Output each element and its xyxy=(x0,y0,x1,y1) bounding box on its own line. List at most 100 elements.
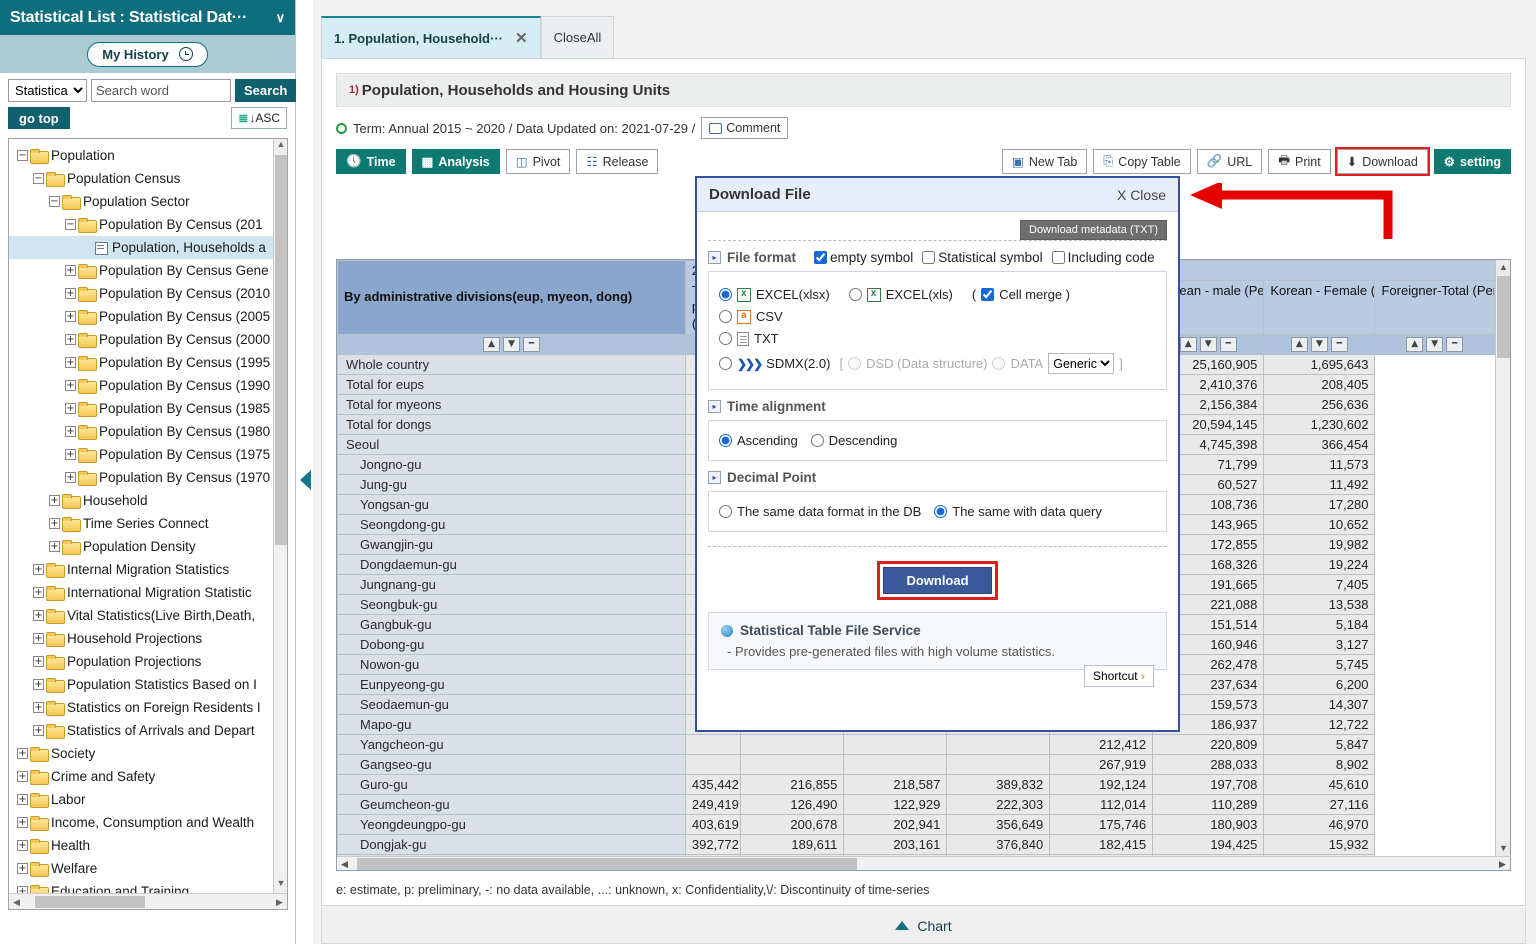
cell-merge-checkbox[interactable] xyxy=(981,288,995,301)
expand-icon[interactable]: + xyxy=(33,633,44,644)
scroll-left-icon[interactable]: ◀ xyxy=(337,857,352,870)
descending-radio[interactable] xyxy=(810,434,824,447)
table-vertical-scrollbar[interactable]: ▲ ▼ xyxy=(1495,260,1510,856)
table-row[interactable]: Geumcheon-gu 249,419 126,490 122,929 222,303… xyxy=(337,793,1495,815)
tree-item[interactable]: + Population Statistics Based on I xyxy=(9,673,273,696)
tree-horizontal-scrollbar[interactable]: ◀ ▶ xyxy=(9,893,287,909)
go-top-button[interactable]: go top xyxy=(8,107,70,129)
table-vscroll-thumb[interactable] xyxy=(1497,276,1510,358)
excel-xlsx-radio[interactable] xyxy=(719,288,732,301)
expand-icon[interactable]: + xyxy=(17,840,28,851)
excel-xls-radio[interactable] xyxy=(848,288,862,301)
expand-icon[interactable]: + xyxy=(17,771,28,782)
tree-item[interactable]: − Population By Census (201 xyxy=(9,213,273,236)
sort-down-icon[interactable]: ▼ xyxy=(1310,336,1328,352)
collapse-icon[interactable]: − xyxy=(17,150,28,161)
scroll-right-icon[interactable]: ▶ xyxy=(272,894,287,909)
expand-icon[interactable]: + xyxy=(65,472,76,483)
expand-icon[interactable]: + xyxy=(65,449,76,460)
dsd-radio[interactable] xyxy=(848,357,862,370)
scroll-up-icon[interactable]: ▲ xyxy=(1496,260,1510,275)
collapse-icon[interactable]: − xyxy=(65,219,76,230)
tree-item[interactable]: + Health xyxy=(9,834,273,857)
copy-table-button[interactable]: ⎘ Copy Table xyxy=(1093,149,1191,174)
scroll-up-icon[interactable]: ▲ xyxy=(274,139,287,154)
tree-item[interactable]: Population, Households a xyxy=(9,236,273,259)
ctrl-col-foreign[interactable]: ▲ ▼ ━ xyxy=(1374,333,1495,355)
scroll-down-icon[interactable]: ▼ xyxy=(274,878,287,893)
expand-icon[interactable]: + xyxy=(65,403,76,414)
expand-icon[interactable]: ▸ xyxy=(708,251,721,264)
expand-icon[interactable]: + xyxy=(17,794,28,805)
ctrl-rowlabel[interactable]: ▲ ▼ ━ xyxy=(337,333,686,355)
print-button[interactable]: 🖶 Print xyxy=(1268,149,1331,174)
tree-item[interactable]: + Population By Census (1980 xyxy=(9,420,273,443)
download-metadata-button[interactable]: Download metadata (TXT) xyxy=(1020,220,1167,240)
expand-icon[interactable]: + xyxy=(49,495,60,506)
tree-item[interactable]: + Vital Statistics(Live Birth,Death, xyxy=(9,604,273,627)
db-format-radio[interactable] xyxy=(719,505,732,518)
table-row[interactable]: Dongjak-gu 392,772 189,611 203,161 376,840 18… xyxy=(337,833,1495,855)
expand-icon[interactable]: ▸ xyxy=(708,471,721,484)
tree-item[interactable]: − Population xyxy=(9,144,273,167)
expand-icon[interactable]: + xyxy=(65,288,76,299)
expand-icon[interactable]: + xyxy=(17,886,28,893)
sort-down-icon[interactable]: ▼ xyxy=(502,336,520,352)
tree-item[interactable]: + Population By Census (2000 xyxy=(9,328,273,351)
hide-column-icon[interactable]: ━ xyxy=(1446,336,1464,352)
pivot-button[interactable]: ◫ Pivot xyxy=(505,149,571,174)
search-scope-select[interactable]: Statistica xyxy=(8,79,87,102)
empty-symbol-checkbox[interactable] xyxy=(814,251,828,264)
expand-icon[interactable]: + xyxy=(17,817,28,828)
download-button[interactable]: ⬇ Download xyxy=(1334,147,1430,176)
expand-icon[interactable]: + xyxy=(65,334,76,345)
tree-item[interactable]: + Crime and Safety xyxy=(9,765,273,788)
expand-icon[interactable]: + xyxy=(17,863,28,874)
tree-item[interactable]: + Population Density xyxy=(9,535,273,558)
expand-icon[interactable]: + xyxy=(65,311,76,322)
expand-icon[interactable]: + xyxy=(17,748,28,759)
tree-vertical-scrollbar[interactable]: ▲ ▼ xyxy=(273,139,287,893)
tree-item[interactable]: + Statistics on Foreign Residents I xyxy=(9,696,273,719)
table-row[interactable]: Gangseo-gu 267,919 288,033 8,902 xyxy=(337,753,1495,775)
collapse-icon[interactable]: − xyxy=(49,196,60,207)
tree-item[interactable]: + Population By Census (1995 xyxy=(9,351,273,374)
sort-down-icon[interactable]: ▼ xyxy=(1426,336,1444,352)
expand-icon[interactable]: + xyxy=(33,725,44,736)
including-code-checkbox[interactable] xyxy=(1051,251,1065,264)
expand-icon[interactable]: + xyxy=(33,679,44,690)
comment-button[interactable]: Comment xyxy=(701,117,789,139)
tree-item[interactable]: + Income, Consumption and Wealth xyxy=(9,811,273,834)
ascending-radio[interactable] xyxy=(719,434,732,447)
hide-column-icon[interactable]: ━ xyxy=(1330,336,1348,352)
collapse-icon[interactable]: − xyxy=(33,173,44,184)
expand-icon[interactable]: + xyxy=(65,426,76,437)
expand-icon[interactable]: + xyxy=(65,265,76,276)
scroll-left-icon[interactable]: ◀ xyxy=(9,894,24,909)
modal-download-button[interactable]: Download xyxy=(883,567,992,594)
tree-item[interactable]: + Population By Census (1990 xyxy=(9,374,273,397)
statistics-tree[interactable]: − Population − Population Census − Population… xyxy=(9,139,273,893)
sort-up-icon[interactable]: ▲ xyxy=(1290,336,1308,352)
time-button[interactable]: 🕔 Time xyxy=(336,149,406,174)
tree-item[interactable]: + Household xyxy=(9,489,273,512)
expand-icon[interactable]: + xyxy=(33,610,44,621)
sidebar-title-bar[interactable]: Statistical List : Statistical Dat··· ∨ xyxy=(0,0,295,35)
expand-icon[interactable]: + xyxy=(65,357,76,368)
search-button[interactable]: Search xyxy=(235,79,297,102)
tab-close-all[interactable]: CloseAll xyxy=(540,16,615,58)
expand-icon[interactable]: + xyxy=(49,518,60,529)
expand-icon[interactable]: + xyxy=(49,541,60,552)
expand-icon[interactable]: + xyxy=(33,564,44,575)
sdmx-radio[interactable] xyxy=(719,357,732,370)
hide-column-icon[interactable]: ━ xyxy=(522,336,540,352)
txt-radio[interactable] xyxy=(719,332,732,345)
table-row[interactable]: Guro-gu 435,442 216,855 218,587 389,832 192,1… xyxy=(337,773,1495,795)
tree-item[interactable]: + Population By Census (1985 xyxy=(9,397,273,420)
scroll-right-icon[interactable]: ▶ xyxy=(1495,857,1510,870)
sort-up-icon[interactable]: ▲ xyxy=(482,336,500,352)
my-history-button[interactable]: My History xyxy=(87,41,208,67)
tree-item[interactable]: + Population By Census (1970 xyxy=(9,466,273,489)
chevron-down-icon[interactable]: ∨ xyxy=(276,10,286,26)
table-row[interactable]: Yangcheon-gu 212,412 220,809 5,847 xyxy=(337,733,1495,755)
